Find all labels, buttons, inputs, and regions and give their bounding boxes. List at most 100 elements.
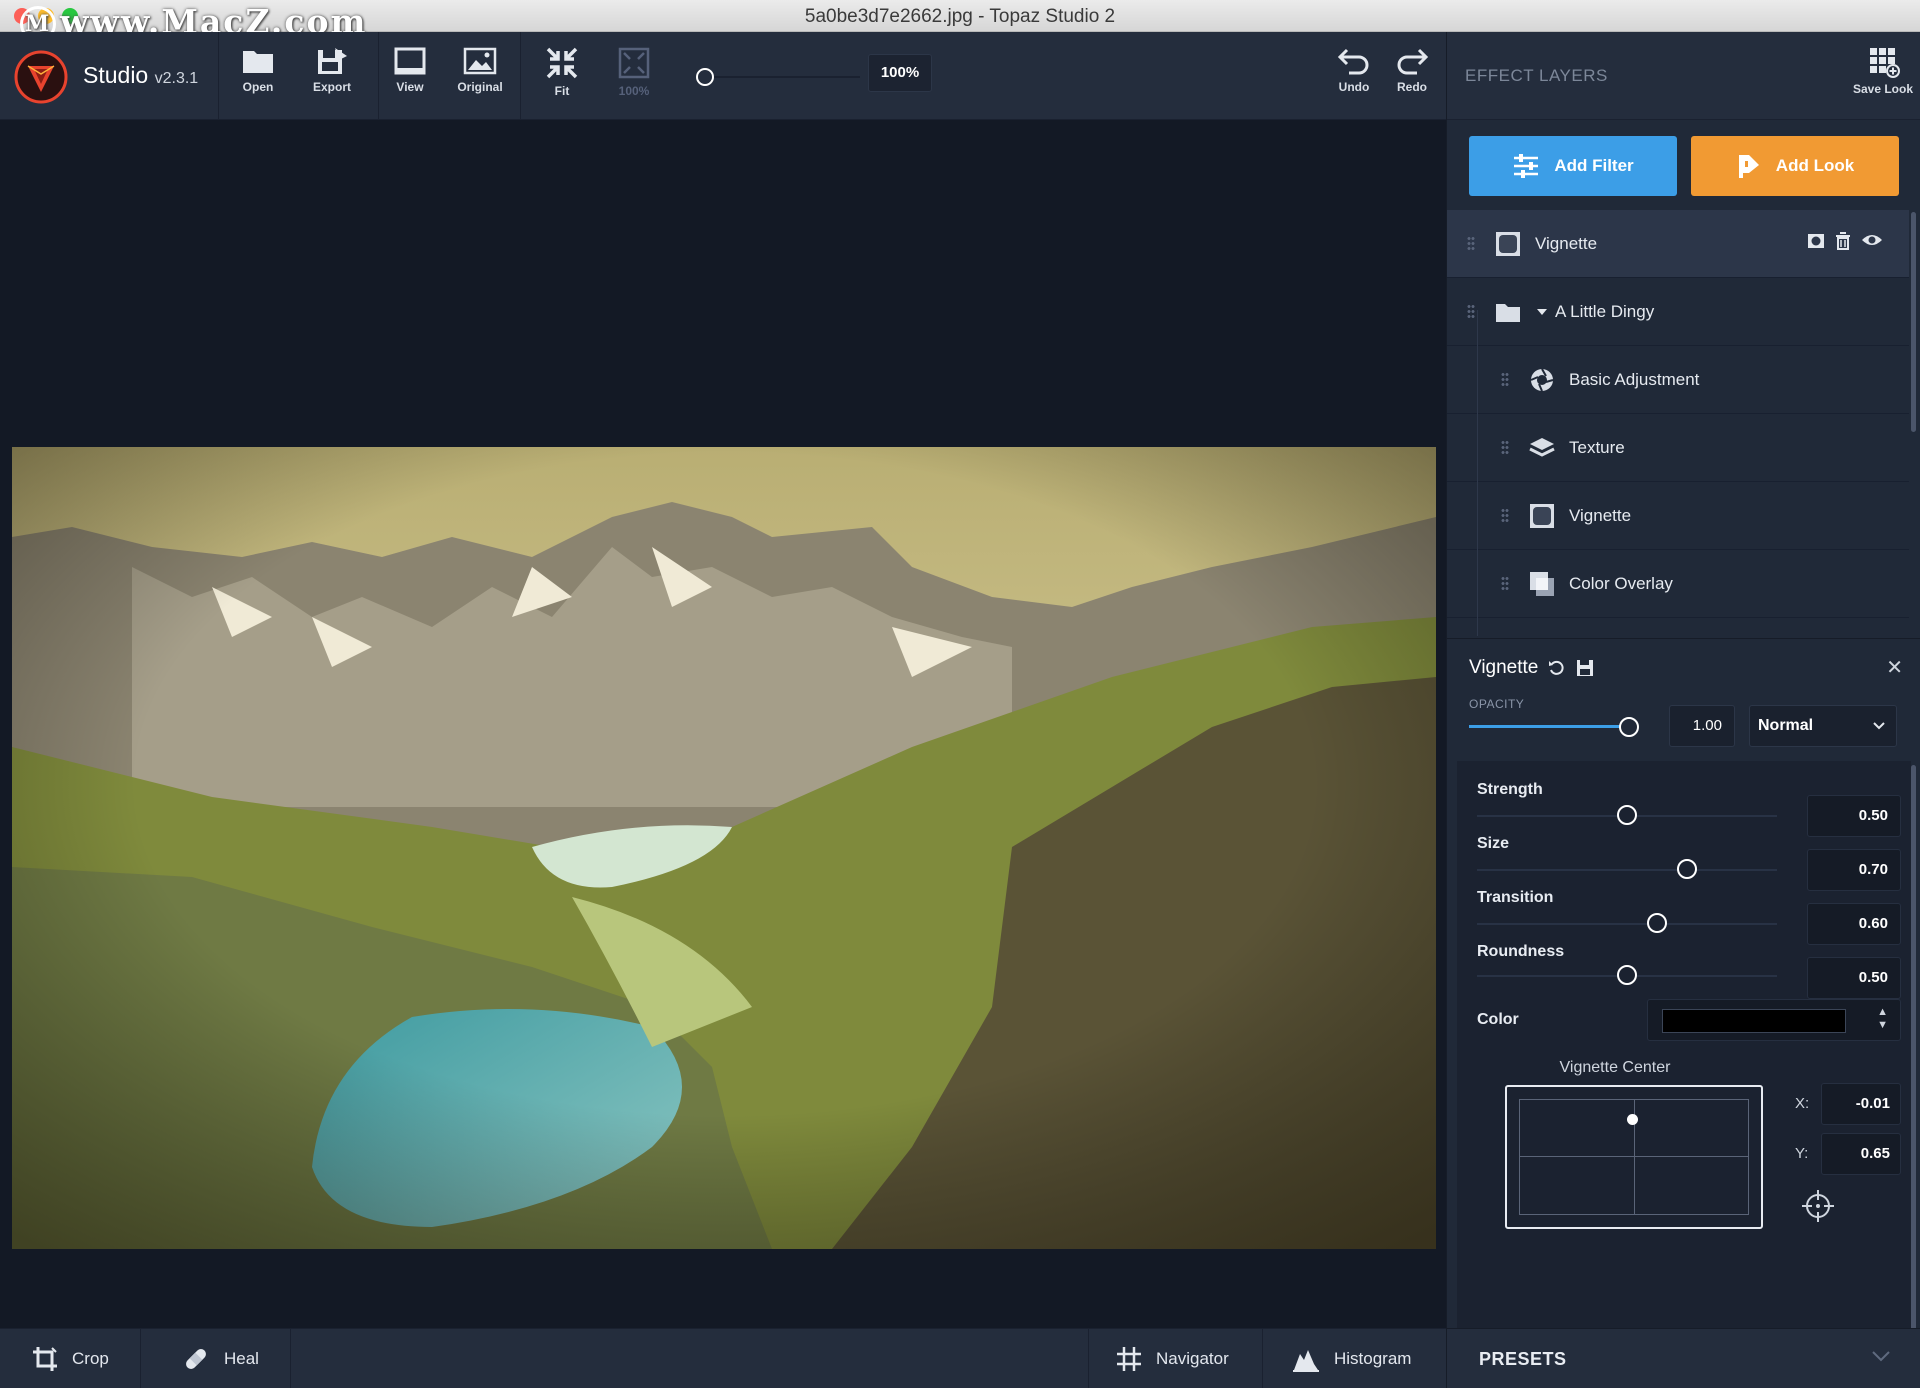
heal-label: Heal <box>224 1349 259 1368</box>
roundness-value-field[interactable]: 0.50 <box>1807 957 1901 999</box>
center-pad-grid <box>1519 1099 1749 1215</box>
chevron-down-icon <box>1872 1351 1890 1362</box>
drag-handle-icon[interactable] <box>1467 235 1475 252</box>
opacity-slider-track[interactable] <box>1469 725 1629 728</box>
redo-icon <box>1397 48 1429 75</box>
export-icon <box>318 48 347 74</box>
fit-icon <box>546 47 578 79</box>
effect-layers-panel: EFFECT LAYERS Save Look Add Filter Add L… <box>1446 32 1920 1388</box>
layer-label: Texture <box>1569 437 1625 457</box>
image-canvas[interactable] <box>0 120 1446 1328</box>
heal-button[interactable]: Heal <box>182 1329 259 1388</box>
effect-layers-title: EFFECT LAYERS <box>1465 66 1608 85</box>
blend-mode-value: Normal <box>1758 717 1814 734</box>
panel-header: EFFECT LAYERS Save Look <box>1447 32 1920 120</box>
drag-handle-icon[interactable] <box>1501 507 1509 524</box>
vignette-icon <box>1496 231 1520 256</box>
transition-slider-track[interactable] <box>1477 923 1777 925</box>
trash-icon[interactable] <box>1835 232 1851 250</box>
aperture-icon <box>1530 368 1554 391</box>
strength-value-field[interactable]: 0.50 <box>1807 795 1901 837</box>
y-value-field[interactable]: 0.65 <box>1821 1133 1901 1175</box>
open-label: Open <box>242 80 274 94</box>
size-slider-handle[interactable] <box>1677 859 1697 879</box>
group-tree-line <box>1477 310 1478 636</box>
layer-label: Color Overlay <box>1569 573 1673 593</box>
bottombar-divider <box>1088 1329 1089 1388</box>
drag-handle-icon[interactable] <box>1501 371 1509 388</box>
add-look-button[interactable]: Add Look <box>1691 136 1899 196</box>
save-look-button[interactable]: Save Look <box>1851 46 1915 96</box>
redo-button[interactable]: Redo <box>1380 46 1444 94</box>
layer-item-color-overlay[interactable]: Color Overlay <box>1447 550 1909 618</box>
layer-group-a-little-dingy[interactable]: A Little Dingy <box>1447 278 1909 346</box>
add-filter-label: Add Filter <box>1554 156 1634 175</box>
roundness-label: Roundness <box>1477 943 1565 960</box>
histogram-icon <box>1293 1350 1319 1372</box>
reset-icon[interactable] <box>1548 659 1566 677</box>
vignette-adjustments: Strength 0.50 Size 0.70 Transition 0.60 … <box>1457 761 1911 1351</box>
undo-button[interactable]: Undo <box>1322 46 1386 94</box>
view-label: View <box>396 80 424 94</box>
layers-scrollbar[interactable] <box>1911 212 1916 432</box>
color-picker[interactable]: ▲ ▼ <box>1647 999 1901 1041</box>
color-stepper-icon[interactable]: ▲ ▼ <box>1877 1006 1888 1032</box>
overlay-icon <box>1530 571 1554 596</box>
size-value-field[interactable]: 0.70 <box>1807 849 1901 891</box>
histogram-label: Histogram <box>1334 1349 1412 1368</box>
layer-item-basic-adjustment[interactable]: Basic Adjustment <box>1447 346 1909 414</box>
app-name-text: Studio <box>83 62 149 88</box>
layer-item-vignette-2[interactable]: Vignette <box>1447 482 1909 550</box>
drag-handle-icon[interactable] <box>1501 439 1509 456</box>
close-icon[interactable]: ✕ <box>1886 655 1903 680</box>
properties-scrollbar[interactable] <box>1911 765 1916 1345</box>
transition-slider-handle[interactable] <box>1647 913 1667 933</box>
strength-slider-handle[interactable] <box>1617 805 1637 825</box>
zoom-level-field[interactable]: 100% <box>868 54 932 92</box>
look-flag-icon <box>1738 155 1759 178</box>
zoom-slider-handle[interactable] <box>696 68 714 86</box>
fit-button[interactable]: Fit <box>530 46 594 98</box>
transition-value-field[interactable]: 0.60 <box>1807 903 1901 945</box>
add-filter-button[interactable]: Add Filter <box>1469 136 1677 196</box>
save-look-grid-icon <box>1870 48 1900 78</box>
drag-handle-icon[interactable] <box>1467 303 1475 320</box>
opacity-value-field[interactable]: 1.00 <box>1669 705 1735 747</box>
bottombar-divider <box>290 1329 291 1388</box>
image-icon <box>463 47 497 75</box>
opacity-slider-handle[interactable] <box>1619 717 1639 737</box>
vignette-center-pad[interactable] <box>1505 1085 1763 1229</box>
presets-bar[interactable]: PRESETS <box>1447 1328 1920 1388</box>
blend-mode-select[interactable]: Normal <box>1749 705 1897 747</box>
x-value-field[interactable]: -0.01 <box>1821 1083 1901 1125</box>
export-button[interactable]: Export <box>300 46 364 94</box>
size-slider-track[interactable] <box>1477 869 1777 871</box>
topaz-logo-icon <box>14 50 68 104</box>
zoom-100-button[interactable]: 100% <box>602 46 666 98</box>
chevron-down-icon <box>1873 722 1885 730</box>
navigator-button[interactable]: Navigator <box>1116 1329 1229 1388</box>
export-label: Export <box>312 80 351 94</box>
transition-label: Transition <box>1477 889 1554 906</box>
zoom-slider-track[interactable] <box>700 76 860 78</box>
histogram-button[interactable]: Histogram <box>1292 1329 1411 1388</box>
crosshair-icon[interactable] <box>1801 1189 1835 1223</box>
filter-properties: Vignette ✕ OPACITY 1.00 Normal Strength … <box>1447 638 1920 1358</box>
eye-icon[interactable] <box>1861 232 1883 248</box>
roundness-slider-handle[interactable] <box>1617 965 1637 985</box>
color-swatch[interactable] <box>1662 1009 1846 1033</box>
layer-label: Vignette <box>1569 505 1632 525</box>
layer-item-texture[interactable]: Texture <box>1447 414 1909 482</box>
original-button[interactable]: Original <box>448 46 512 94</box>
crop-button[interactable]: Crop <box>32 1329 109 1388</box>
drag-handle-icon[interactable] <box>1501 575 1509 592</box>
save-preset-icon[interactable] <box>1576 659 1594 677</box>
view-button[interactable]: View <box>378 46 442 94</box>
opacity-label: OPACITY <box>1469 697 1525 711</box>
open-button[interactable]: Open <box>226 46 290 94</box>
mask-icon[interactable] <box>1807 232 1825 250</box>
center-pad-handle[interactable] <box>1627 1114 1639 1126</box>
chevron-down-icon[interactable] <box>1535 307 1549 317</box>
sliders-icon <box>1514 154 1539 178</box>
layer-item-vignette[interactable]: Vignette <box>1447 210 1909 278</box>
